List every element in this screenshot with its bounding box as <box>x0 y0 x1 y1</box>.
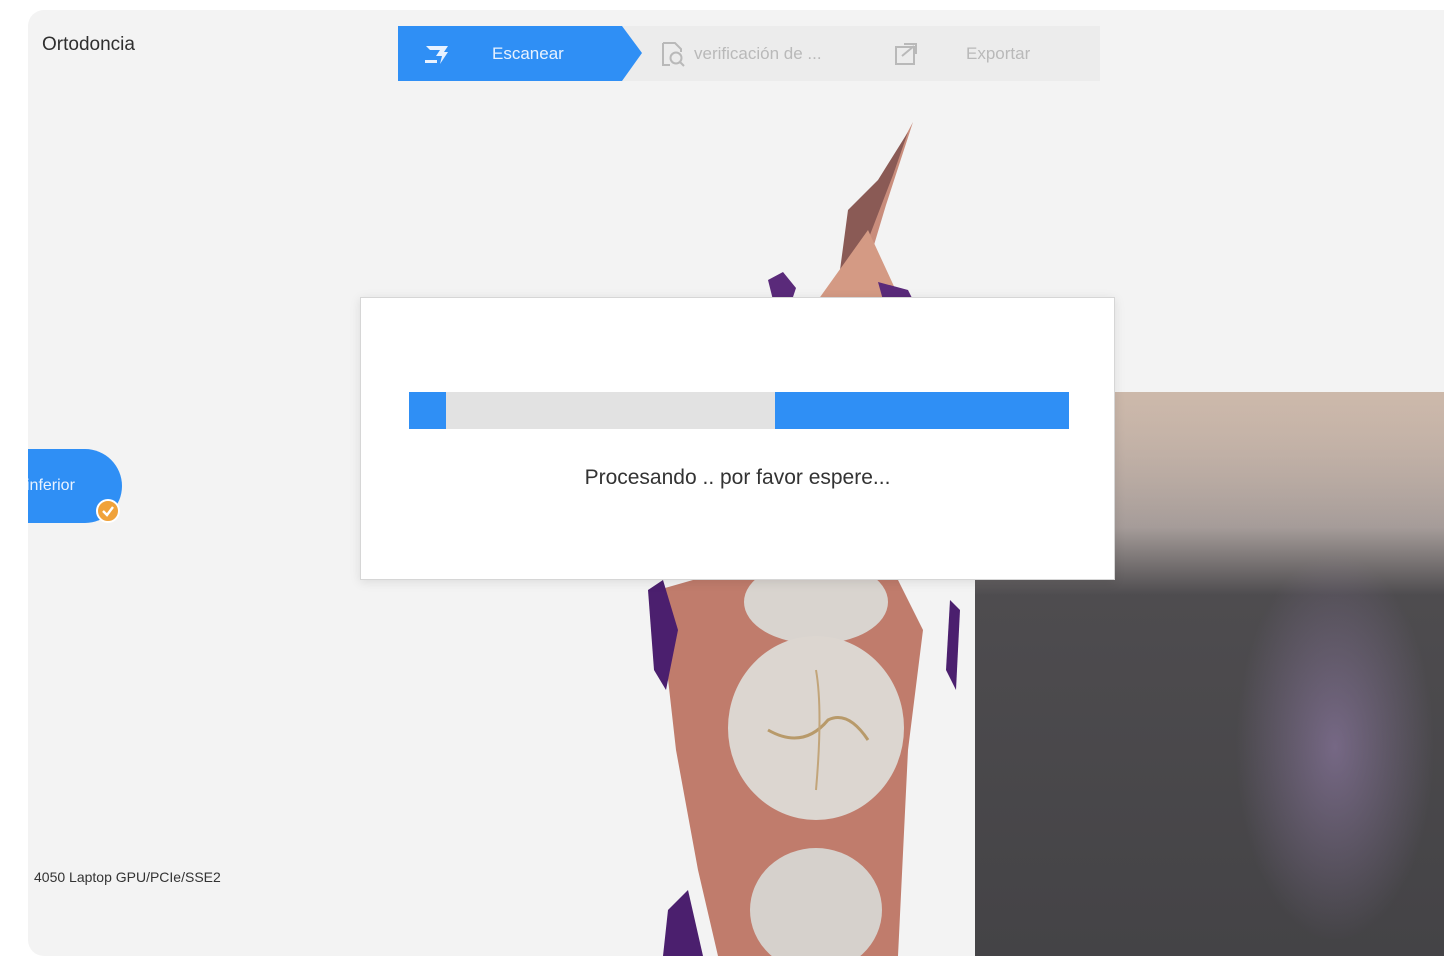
arch-tab-label: inferior <box>28 477 75 494</box>
processing-message: Procesando .. por favor espere... <box>584 466 891 489</box>
scan-lower-noise-bottom <box>663 890 703 956</box>
step-verify-label: verificación de ... <box>694 44 822 63</box>
workflow-stepper: Escanear verificación de ... Exportar <box>398 26 1100 81</box>
step-export-label: Exportar <box>966 44 1031 63</box>
progress-chunk <box>775 392 1069 429</box>
scan-icon <box>425 46 448 64</box>
export-icon <box>895 43 917 65</box>
verify-icon <box>662 42 685 67</box>
tooth-2 <box>728 636 904 820</box>
progress-chunk <box>409 392 446 429</box>
processing-dialog: Procesando .. por favor espere... <box>360 297 1115 580</box>
step-scan[interactable]: Escanear <box>398 26 642 81</box>
check-icon <box>96 499 120 523</box>
progress-bar <box>409 392 1069 429</box>
app-title: Ortodoncia <box>42 34 135 55</box>
camera-preview-glare <box>1235 552 1435 942</box>
scan-lower-noise-right <box>946 600 960 690</box>
gpu-info: 4050 Laptop GPU/PCIe/SSE2 <box>34 869 221 885</box>
step-scan-label: Escanear <box>492 44 564 63</box>
arch-tab-lower[interactable]: inferior <box>28 449 122 523</box>
